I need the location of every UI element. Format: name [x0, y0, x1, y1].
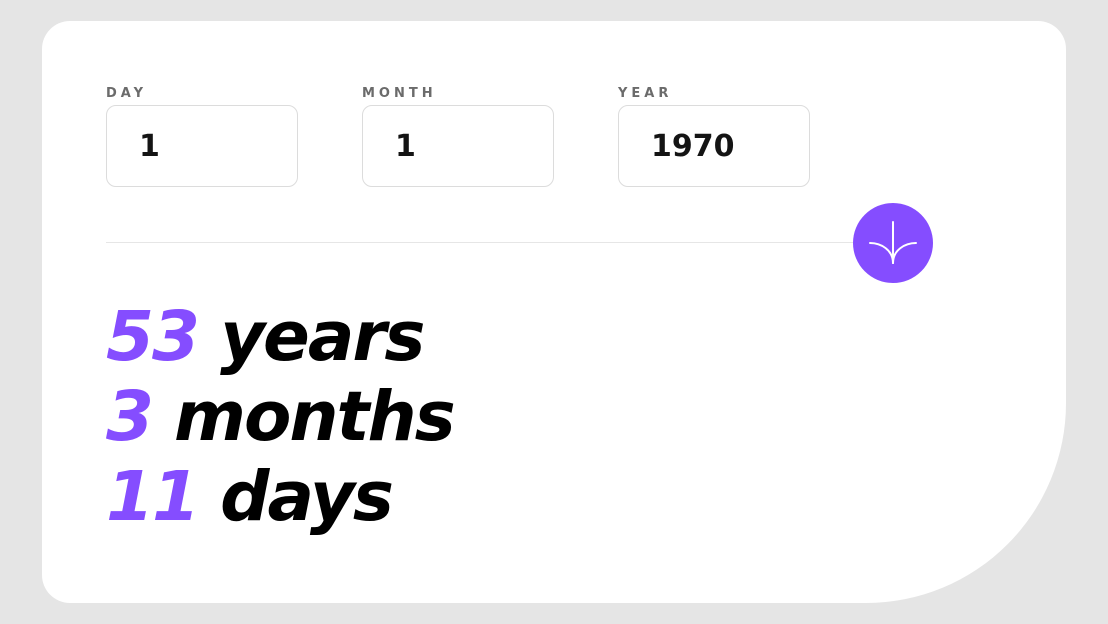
- divider: [106, 242, 933, 243]
- arrow-down-icon: [869, 221, 917, 264]
- days-result: 11 days: [106, 457, 454, 537]
- year-field: YEAR: [618, 87, 810, 187]
- month-label: MONTH: [362, 86, 437, 101]
- age-calculator-card: DAY MONTH YEAR 53 years 3 months 11 days: [42, 21, 1066, 603]
- days-value: 11: [106, 457, 200, 537]
- month-input[interactable]: [362, 105, 554, 187]
- year-label: YEAR: [618, 86, 673, 101]
- year-input[interactable]: [618, 105, 810, 187]
- submit-button[interactable]: [853, 203, 933, 283]
- days-unit: days: [220, 457, 394, 537]
- months-unit: months: [174, 377, 456, 457]
- years-result: 53 years: [106, 297, 454, 377]
- day-field: DAY: [106, 87, 298, 187]
- months-result: 3 months: [106, 377, 456, 457]
- years-value: 53: [106, 297, 200, 377]
- month-field: MONTH: [362, 87, 554, 187]
- years-unit: years: [220, 297, 425, 377]
- results: 53 years 3 months 11 days: [106, 297, 456, 537]
- day-label: DAY: [106, 86, 148, 101]
- months-value: 3: [106, 377, 154, 457]
- day-input[interactable]: [106, 105, 298, 187]
